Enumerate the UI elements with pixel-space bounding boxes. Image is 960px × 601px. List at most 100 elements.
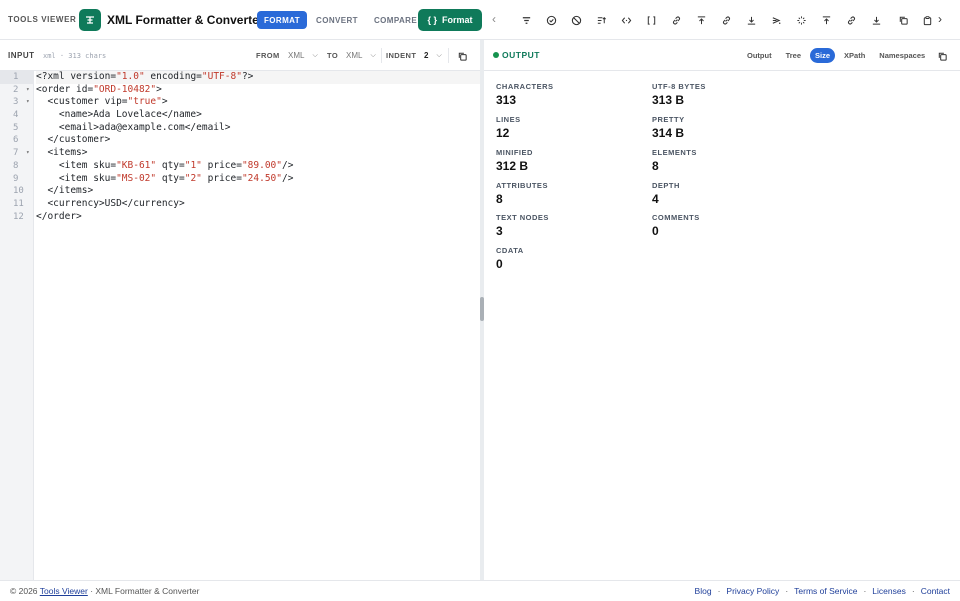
code-line[interactable]: <item sku="MS-02" qty="2" price="24.50"/… <box>36 173 480 186</box>
format-button[interactable]: { } Format <box>418 9 482 31</box>
link-3-icon[interactable] <box>841 10 861 30</box>
line-numbers: 1 2 ▾ 3 ▾ 4 5 6 7 ▾ 8 9 10 11 12 <box>0 71 34 223</box>
format-button-label: Format <box>442 15 473 25</box>
footer-app-name: · XML Formatter & Converter <box>90 586 200 596</box>
attribute-value: "1.0" <box>116 71 145 82</box>
stat-comments: COMMENTS 0 <box>652 213 700 238</box>
stat-characters: CHARACTERS 313 <box>496 82 554 107</box>
pane-resize-handle[interactable] <box>480 297 484 321</box>
licenses-link[interactable]: Licenses <box>872 586 906 596</box>
tools-viewer-link[interactable]: Tools Viewer <box>40 586 88 596</box>
line-number: 3 ▾ <box>13 96 30 109</box>
copyright-year: © 2026 <box>10 586 38 596</box>
copy-input-icon[interactable] <box>452 46 472 66</box>
mode-compare-button[interactable]: COMPARE <box>367 11 424 29</box>
clipboard-icon[interactable] <box>917 10 937 30</box>
code-token: price= <box>201 172 242 184</box>
code-token: <item sku= <box>36 159 117 171</box>
brand-label[interactable]: TOOLS VIEWER <box>8 15 76 24</box>
download-icon[interactable] <box>741 10 761 30</box>
tab-xpath[interactable]: XPath <box>839 48 870 63</box>
tab-namespaces[interactable]: Namespaces <box>874 48 930 63</box>
chevron-down-icon: ⌵ <box>370 51 376 59</box>
code-line[interactable]: <customer vip="true"> <box>36 96 480 109</box>
link-alt-icon[interactable] <box>716 10 736 30</box>
copy-output-icon[interactable] <box>932 46 952 66</box>
to-select[interactable]: XML ⌵ <box>342 47 382 64</box>
toolbar-scroll-left-icon[interactable]: ‹ <box>492 12 496 26</box>
status-dot-icon <box>493 52 499 58</box>
copy-icon[interactable] <box>893 10 913 30</box>
code-line[interactable]: </customer> <box>36 134 480 147</box>
to-select-value: XML <box>346 51 363 60</box>
code-token: <currency>USD</currency> <box>36 197 185 209</box>
square-brackets-icon[interactable] <box>641 10 661 30</box>
code-line[interactable]: <name>Ada Lovelace</name> <box>36 109 480 122</box>
ban-icon[interactable] <box>566 10 586 30</box>
tab-output[interactable]: Output <box>742 48 777 63</box>
mode-switcher: FORMAT CONVERT COMPARE <box>257 11 424 29</box>
code-line[interactable]: <email>ada@example.com</email> <box>36 122 480 135</box>
app-title: XML Formatter & Converter <box>107 13 264 27</box>
fold-toggle-icon[interactable]: ▾ <box>26 84 30 97</box>
code-line[interactable]: </order> <box>36 211 480 224</box>
code-token: <order id= <box>36 83 94 95</box>
code-line[interactable]: <?xml version="1.0" encoding="UTF-8"?> <box>36 71 480 84</box>
stat-elements: ELEMENTS 8 <box>652 148 697 173</box>
from-select[interactable]: XML ⌵ <box>284 47 324 64</box>
line-number: 6 <box>13 135 19 146</box>
blog-link[interactable]: Blog <box>695 586 712 596</box>
code-line[interactable]: </items> <box>36 185 480 198</box>
attribute-value: "true" <box>127 96 162 108</box>
code-token: /> <box>282 159 294 171</box>
code-token: <item sku= <box>36 172 117 184</box>
code-line[interactable]: <items> <box>36 147 480 160</box>
line-number: 10 <box>13 186 24 197</box>
code-token: <name>Ada Lovelace</name> <box>36 109 202 121</box>
fold-toggle-icon[interactable]: ▾ <box>26 147 30 160</box>
stat-cdata: CDATA 0 <box>496 246 524 271</box>
contact-link[interactable]: Contact <box>921 586 950 596</box>
fold-toggle-icon[interactable]: ▾ <box>26 96 30 109</box>
stat-label: DEPTH <box>652 181 680 190</box>
code-line[interactable]: <order id="ORD-10482"> <box>36 84 480 97</box>
upload-alt-icon[interactable] <box>816 10 836 30</box>
code-token: /> <box>282 172 294 184</box>
code-token: <items> <box>36 147 88 159</box>
toolbar-scroll-right-icon[interactable]: › <box>938 12 942 26</box>
code-token: price= <box>201 159 242 171</box>
send-icon[interactable] <box>766 10 786 30</box>
check-circle-icon[interactable] <box>541 10 561 30</box>
footer: © 2026 Tools Viewer · XML Formatter & Co… <box>0 580 960 601</box>
code-token: > <box>156 83 162 95</box>
indent-select[interactable]: 2 ⌵ <box>420 47 448 64</box>
attribute-value: "2" <box>184 172 202 184</box>
code-token: </customer> <box>36 134 111 146</box>
code-brackets-icon[interactable] <box>616 10 636 30</box>
input-meta: xml · 313 chars <box>43 52 107 60</box>
code-editor[interactable]: <?xml version="1.0" encoding="UTF-8"?> <o… <box>36 71 480 223</box>
upload-icon[interactable] <box>691 10 711 30</box>
link-icon[interactable] <box>666 10 686 30</box>
line-number: 11 <box>13 198 24 209</box>
sparkle-icon[interactable] <box>791 10 811 30</box>
code-line[interactable]: <item sku="KB-61" qty="1" price="89.00"/… <box>36 160 480 173</box>
code-line[interactable]: <currency>USD</currency> <box>36 198 480 211</box>
filter-icon[interactable] <box>516 10 536 30</box>
mode-format-button[interactable]: FORMAT <box>257 11 308 29</box>
line-number: 7 ▾ <box>13 147 30 160</box>
stat-minified: MINIFIED 312 B <box>496 148 533 173</box>
mode-convert-button[interactable]: CONVERT <box>309 11 365 29</box>
privacy-policy-link[interactable]: Privacy Policy <box>726 586 779 596</box>
attribute-value: "KB-61" <box>116 159 157 171</box>
code-token: > <box>161 96 168 108</box>
tab-size[interactable]: Size <box>810 48 836 63</box>
stat-label: PRETTY <box>652 115 685 124</box>
tab-tree[interactable]: Tree <box>781 48 806 63</box>
download-alt-icon[interactable] <box>866 10 886 30</box>
sort-icon[interactable] <box>591 10 611 30</box>
app-logo-icon <box>79 9 101 31</box>
attribute-value: "24.50" <box>241 172 282 184</box>
stat-value: 314 B <box>652 126 685 140</box>
terms-of-service-link[interactable]: Terms of Service <box>794 586 857 596</box>
